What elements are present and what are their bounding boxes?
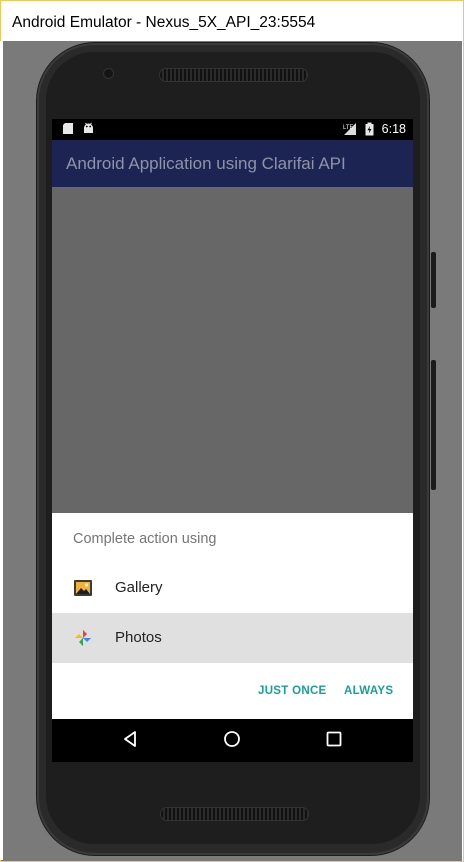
navigation-bar: [52, 719, 413, 762]
app-title: Android Application using Clarifai API: [66, 154, 346, 173]
window-left-edge: [0, 41, 3, 860]
front-camera-icon: [104, 69, 113, 78]
home-icon[interactable]: [223, 730, 241, 748]
status-time: 6:18: [381, 122, 406, 136]
window-title-bar[interactable]: Android Emulator - Nexus_5X_API_23:5554: [2, 2, 463, 42]
chooser-option-gallery[interactable]: Gallery: [52, 563, 413, 613]
chooser-option-label: Gallery: [115, 579, 163, 596]
photos-pinwheel-icon: [75, 630, 91, 646]
always-button[interactable]: ALWAYS: [344, 685, 393, 697]
svg-text:LTE: LTE: [343, 125, 354, 131]
sd-card-icon: [63, 123, 73, 134]
recents-icon[interactable]: [326, 730, 342, 748]
back-icon[interactable]: [122, 730, 138, 748]
bottom-speaker-grille: [161, 808, 308, 820]
chooser-option-photos[interactable]: Photos: [52, 613, 413, 663]
lte-signal-icon: LTE: [343, 123, 356, 135]
chooser-option-label: Photos: [115, 629, 162, 646]
android-robot-icon: [84, 122, 93, 133]
chooser-dialog: Complete action using Gallery Photos JUS…: [52, 513, 413, 719]
chooser-title: Complete action using: [73, 531, 217, 547]
status-bar: LTE 6:18: [52, 119, 413, 140]
battery-charging-icon: [365, 122, 374, 136]
power-button[interactable]: [431, 252, 436, 308]
device-screen: LTE 6:18 Android Application using Clari…: [52, 119, 413, 762]
just-once-button[interactable]: JUST ONCE: [258, 685, 327, 697]
window-title: Android Emulator - Nexus_5X_API_23:5554: [12, 14, 316, 31]
volume-button[interactable]: [431, 360, 436, 490]
gallery-icon: [74, 580, 92, 596]
app-bar: Android Application using Clarifai API: [52, 140, 413, 187]
top-speaker-grille: [160, 69, 307, 81]
dimmed-content-scrim[interactable]: [52, 187, 413, 513]
